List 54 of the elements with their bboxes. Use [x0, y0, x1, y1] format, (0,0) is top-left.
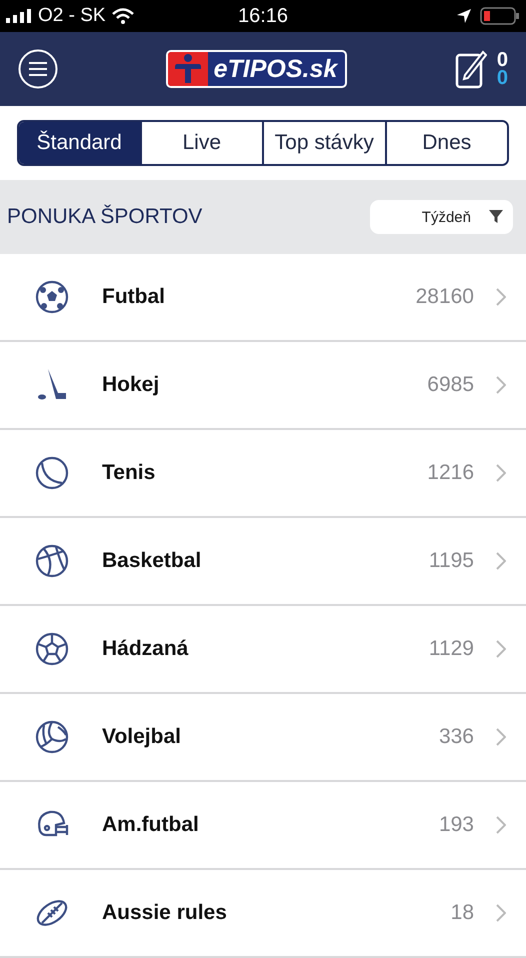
chevron-right-icon — [496, 728, 506, 746]
section-title: PONUKA ŠPORTOV — [7, 205, 202, 229]
event-count: 1216 — [427, 461, 474, 485]
basketball-icon — [34, 543, 70, 579]
chevron-right-icon — [496, 552, 506, 570]
tab[interactable]: Štandard — [19, 122, 140, 164]
event-count: 1195 — [428, 549, 474, 573]
sport-name: Am.futbal — [102, 813, 200, 837]
sport-name: Tenis — [102, 461, 156, 485]
chevron-right-icon — [496, 464, 506, 482]
sport-row[interactable]: Hokej 6985 — [0, 342, 526, 430]
event-count: 336 — [438, 725, 474, 749]
ticket-count: 0 — [496, 51, 508, 69]
sport-name: Hádzaná — [102, 637, 190, 661]
event-count: 193 — [438, 813, 474, 837]
logo: eTIPOS.sk — [166, 50, 348, 88]
location-arrow-icon — [456, 8, 472, 24]
chevron-right-icon — [496, 816, 506, 834]
chevron-right-icon — [496, 288, 506, 306]
signal-icon — [6, 9, 32, 23]
tennis-ball-icon — [34, 455, 70, 491]
filter-button[interactable]: Týždeň — [370, 200, 513, 234]
menu-icon[interactable] — [18, 49, 58, 89]
live-ticket-count: 0 — [496, 69, 508, 87]
sport-row[interactable]: Volejbal 336 — [0, 694, 526, 782]
sport-row[interactable]: Tenis 1216 — [0, 430, 526, 518]
person-icon — [174, 53, 202, 85]
sport-name: Basketbal — [102, 549, 202, 573]
sport-name: Aussie rules — [102, 901, 228, 925]
volleyball-icon — [34, 719, 70, 755]
chevron-right-icon — [496, 376, 506, 394]
event-count: 1129 — [428, 637, 474, 661]
filter-icon — [489, 210, 503, 224]
sport-row[interactable]: Futbal 28160 — [0, 254, 526, 342]
event-count: 18 — [450, 901, 474, 925]
battery-icon — [480, 7, 520, 25]
chevron-right-icon — [496, 640, 506, 658]
sport-name: Volejbal — [102, 725, 182, 749]
tab[interactable]: Dnes — [384, 122, 507, 164]
edit-ticket-icon[interactable] — [454, 49, 487, 89]
wifi-icon — [112, 8, 134, 24]
carrier-name: O2 - SK — [38, 5, 106, 27]
event-count: 28160 — [416, 285, 474, 309]
handball-icon — [34, 631, 70, 667]
soccer-ball-icon — [34, 279, 70, 315]
sport-row[interactable]: Am.futbal 193 — [0, 782, 526, 870]
chevron-right-icon — [496, 904, 506, 922]
clock-time: 16:16 — [236, 4, 290, 28]
sport-name: Futbal — [102, 285, 166, 309]
event-count: 6985 — [427, 373, 474, 397]
sport-row[interactable]: Aussie rules 18 — [0, 870, 526, 958]
sport-name: Hokej — [102, 373, 160, 397]
sport-row[interactable]: Hádzaná 1129 — [0, 606, 526, 694]
sport-row[interactable]: Basketbal 1195 — [0, 518, 526, 606]
